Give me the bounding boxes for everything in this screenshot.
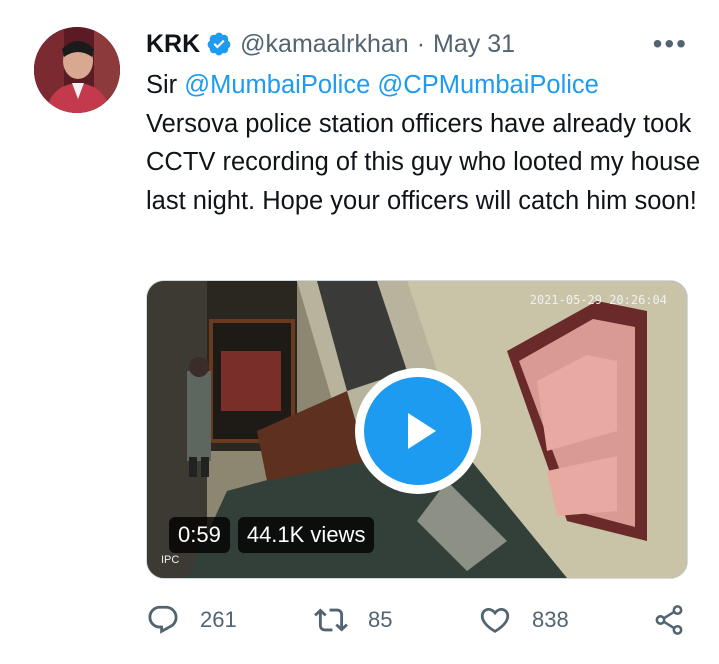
retweet-count: 85 (368, 607, 393, 632)
retweet-button[interactable]: 85 (314, 598, 392, 642)
like-count: 838 (532, 607, 569, 632)
play-icon (364, 377, 472, 485)
video-stats: 0:59 44.1K views (169, 517, 382, 553)
reply-button[interactable]: 261 (146, 598, 237, 642)
author-name[interactable]: KRK (146, 30, 200, 59)
verified-badge-icon (207, 32, 231, 56)
video-duration: 0:59 (169, 517, 230, 553)
share-button[interactable] (652, 598, 686, 642)
mention-cp-mumbai-police[interactable]: @CPMumbaiPolice (377, 71, 598, 99)
text-prefix: Sir (146, 71, 185, 99)
text-body: Versova police station officers have alr… (146, 109, 701, 215)
more-options-icon[interactable]: ••• (653, 27, 688, 61)
video-player[interactable]: 2021-05-29 20:26:04 IPC 0:59 44.1K views (146, 280, 688, 579)
author-handle[interactable]: @kamaalrkhan (240, 30, 409, 59)
tweet-date[interactable]: May 31 (433, 30, 515, 59)
reply-count: 261 (200, 607, 237, 632)
reply-icon (148, 605, 178, 634)
heart-icon (480, 607, 510, 633)
video-timestamp: 2021-05-29 20:26:04 (529, 293, 667, 307)
share-icon (655, 605, 683, 635)
video-views: 44.1K views (237, 517, 375, 553)
retweet-icon (314, 608, 348, 632)
camera-label: IPC (161, 554, 180, 566)
like-button[interactable]: 838 (478, 598, 569, 642)
tweet-header: KRK @kamaalrkhan · May 31 ••• (146, 27, 706, 61)
author-avatar[interactable] (34, 27, 120, 113)
mention-mumbai-police[interactable]: @MumbaiPolice (184, 71, 370, 99)
tweet-text: Sir @MumbaiPolice @CPMumbaiPolice Versov… (146, 66, 706, 220)
action-bar: 261 85 838 (146, 598, 706, 642)
play-button[interactable] (355, 368, 481, 494)
separator-dot: · (416, 29, 426, 58)
